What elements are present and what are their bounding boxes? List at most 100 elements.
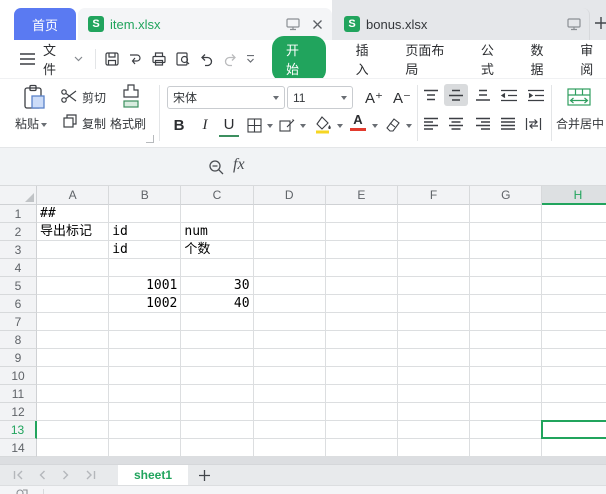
- redo-icon[interactable]: [218, 48, 242, 70]
- cell-B8[interactable]: [109, 331, 181, 349]
- cell-C3[interactable]: 个数: [181, 241, 253, 259]
- cell-F2[interactable]: [398, 223, 470, 241]
- cell-B4[interactable]: [109, 259, 181, 277]
- save-icon[interactable]: [100, 48, 124, 70]
- cell-C6[interactable]: 40: [181, 295, 253, 313]
- cell-E8[interactable]: [326, 331, 398, 349]
- cell-H14[interactable]: [542, 439, 606, 457]
- row-header-6[interactable]: 6: [0, 295, 37, 313]
- cell-F14[interactable]: [398, 439, 470, 457]
- fx-insert-function[interactable]: fx: [233, 156, 245, 174]
- cell-F11[interactable]: [398, 385, 470, 403]
- cell-A4[interactable]: [37, 259, 109, 277]
- column-header-E[interactable]: E: [326, 186, 398, 205]
- align-right-icon[interactable]: [475, 117, 491, 130]
- cell-E14[interactable]: [326, 439, 398, 457]
- cell-F10[interactable]: [398, 367, 470, 385]
- cell-D12[interactable]: [254, 403, 326, 421]
- column-header-G[interactable]: G: [470, 186, 542, 205]
- cell-A6[interactable]: [37, 295, 109, 313]
- cut-label[interactable]: 剪切: [82, 89, 106, 106]
- cell-C1[interactable]: [181, 205, 253, 223]
- increase-font-size-button[interactable]: A⁺: [362, 86, 386, 109]
- row-header-3[interactable]: 3: [0, 241, 37, 259]
- cell-D14[interactable]: [254, 439, 326, 457]
- cell-D7[interactable]: [254, 313, 326, 331]
- close-tab-icon[interactable]: [308, 15, 326, 33]
- row-header-7[interactable]: 7: [0, 313, 37, 331]
- cell-A1[interactable]: ##: [37, 205, 109, 223]
- cell-E9[interactable]: [326, 349, 398, 367]
- italic-button[interactable]: I: [195, 113, 215, 137]
- cell-G4[interactable]: [470, 259, 542, 277]
- cell-A8[interactable]: [37, 331, 109, 349]
- prev-sheet-icon[interactable]: [30, 467, 54, 483]
- cell-G8[interactable]: [470, 331, 542, 349]
- column-header-B[interactable]: B: [109, 186, 181, 205]
- row-header-1[interactable]: 1: [0, 205, 37, 223]
- cell-A7[interactable]: [37, 313, 109, 331]
- hamburger-menu-icon[interactable]: [20, 53, 35, 65]
- zoom-out-search-icon[interactable]: [208, 159, 225, 176]
- row-header-5[interactable]: 5: [0, 277, 37, 295]
- share-screen-icon[interactable]: [565, 15, 583, 33]
- cell-F4[interactable]: [398, 259, 470, 277]
- cell-E5[interactable]: [326, 277, 398, 295]
- cell-F6[interactable]: [398, 295, 470, 313]
- cell-C4[interactable]: [181, 259, 253, 277]
- draw-border-icon[interactable]: [279, 118, 295, 133]
- format-painter-icon[interactable]: [120, 83, 142, 111]
- cell-B3[interactable]: id: [109, 241, 181, 259]
- cell-A2[interactable]: 导出标记: [37, 223, 109, 241]
- cell-B9[interactable]: [109, 349, 181, 367]
- cell-B14[interactable]: [109, 439, 181, 457]
- file-menu-chevron-down-icon[interactable]: [74, 56, 83, 62]
- cell-E12[interactable]: [326, 403, 398, 421]
- underline-button[interactable]: U: [219, 113, 239, 137]
- selected-cell-H13[interactable]: [541, 420, 606, 439]
- cell-C9[interactable]: [181, 349, 253, 367]
- cell-C7[interactable]: [181, 313, 253, 331]
- sheet-tab-sheet1[interactable]: sheet1: [118, 465, 188, 486]
- cell-G3[interactable]: [470, 241, 542, 259]
- cell-A5[interactable]: [37, 277, 109, 295]
- clear-format-caret-icon[interactable]: [406, 124, 412, 128]
- row-header-4[interactable]: 4: [0, 259, 37, 277]
- cell-C13[interactable]: [181, 421, 253, 439]
- cell-H7[interactable]: [542, 313, 606, 331]
- cell-G13[interactable]: [470, 421, 542, 439]
- doc-tab-bonus-xlsx[interactable]: S bonus.xlsx: [334, 8, 590, 40]
- cell-A14[interactable]: [37, 439, 109, 457]
- cell-D2[interactable]: [254, 223, 326, 241]
- cell-B13[interactable]: [109, 421, 181, 439]
- row-header-2[interactable]: 2: [0, 223, 37, 241]
- font-color-icon[interactable]: A: [350, 113, 366, 131]
- cell-C12[interactable]: [181, 403, 253, 421]
- ribbon-tab-data[interactable]: 数据: [531, 40, 557, 78]
- decrease-font-size-button[interactable]: A⁻: [390, 86, 414, 109]
- export-icon[interactable]: [123, 48, 147, 70]
- wrap-text-icon[interactable]: [525, 117, 542, 131]
- decrease-indent-icon[interactable]: [500, 89, 518, 102]
- cell-B2[interactable]: id: [109, 223, 181, 241]
- cell-B1[interactable]: [109, 205, 181, 223]
- borders-caret-icon[interactable]: [267, 124, 273, 128]
- new-document-tab-icon[interactable]: [594, 16, 606, 30]
- cell-H6[interactable]: [542, 295, 606, 313]
- merge-center-label[interactable]: 合并居中: [556, 115, 606, 132]
- cell-H8[interactable]: [542, 331, 606, 349]
- column-header-H[interactable]: H: [542, 186, 606, 205]
- cell-G12[interactable]: [470, 403, 542, 421]
- ribbon-tab-review[interactable]: 审阅: [580, 40, 606, 78]
- cell-B7[interactable]: [109, 313, 181, 331]
- select-all-corner[interactable]: [0, 186, 37, 205]
- draw-border-caret-icon[interactable]: [300, 124, 306, 128]
- cell-E4[interactable]: [326, 259, 398, 277]
- row-header-11[interactable]: 11: [0, 385, 37, 403]
- cell-H10[interactable]: [542, 367, 606, 385]
- cell-D5[interactable]: [254, 277, 326, 295]
- merge-center-icon[interactable]: [567, 88, 591, 106]
- row-header-8[interactable]: 8: [0, 331, 37, 349]
- cell-G6[interactable]: [470, 295, 542, 313]
- cell-E1[interactable]: [326, 205, 398, 223]
